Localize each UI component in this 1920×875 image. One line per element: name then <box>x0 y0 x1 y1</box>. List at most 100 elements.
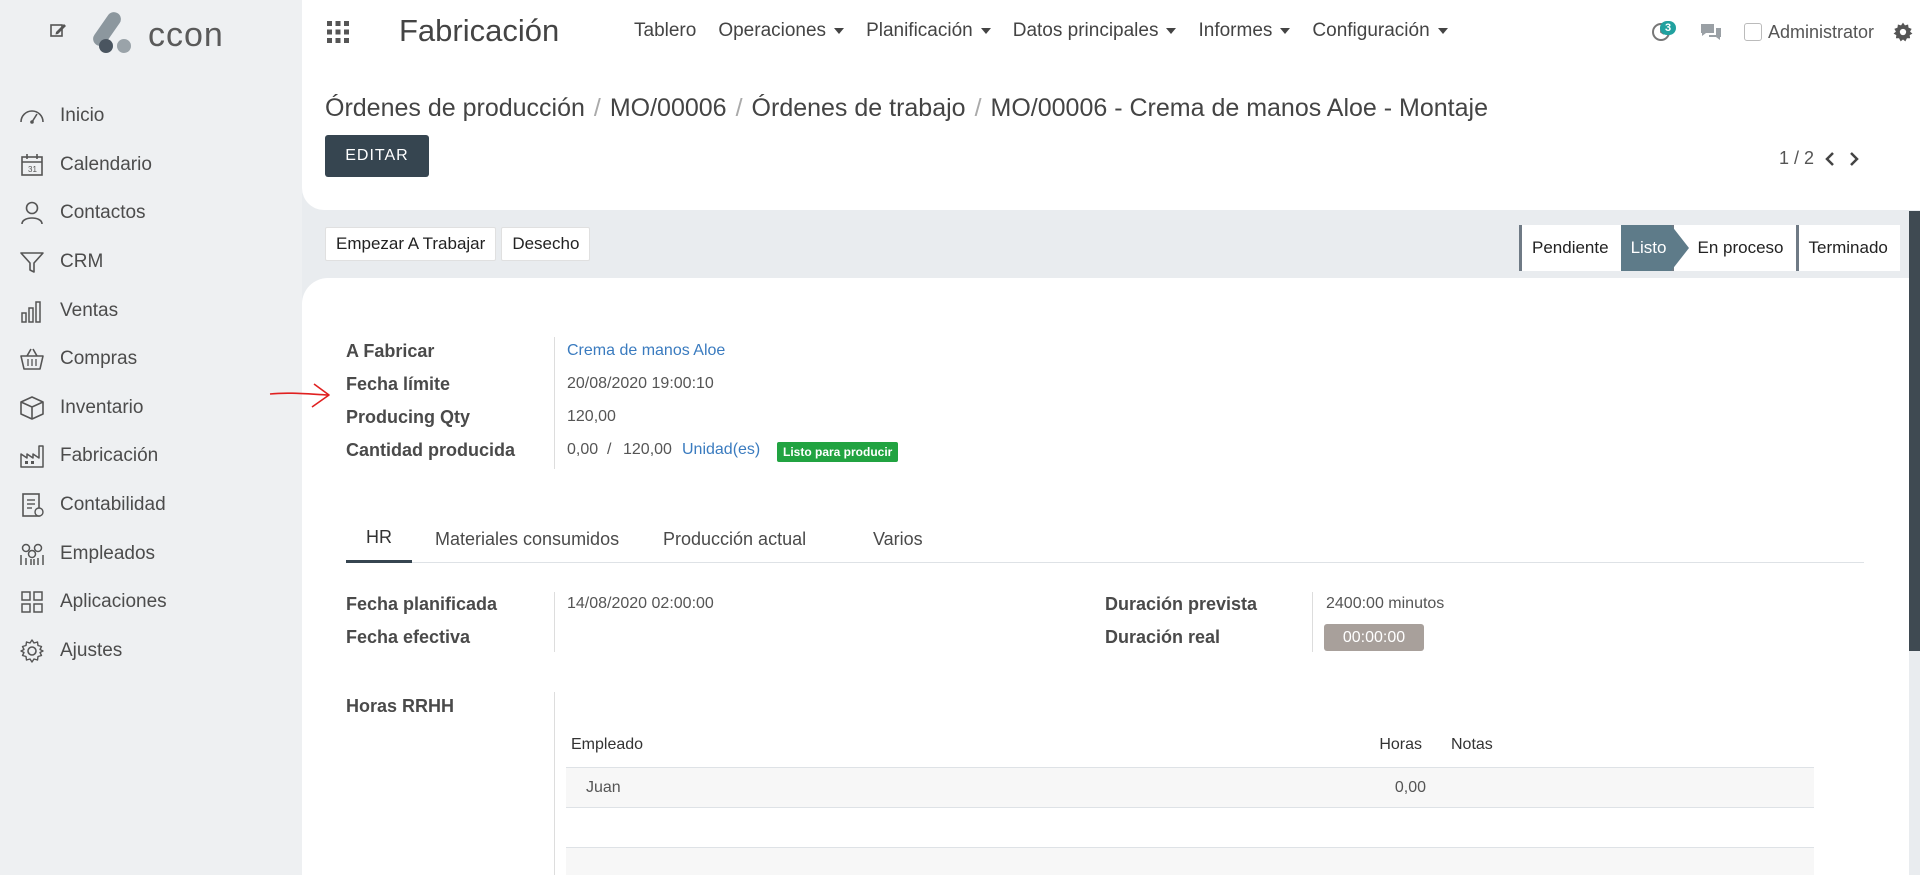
breadcrumb-production-orders[interactable]: Órdenes de producción <box>325 94 585 123</box>
breadcrumb-mo[interactable]: MO/00006 <box>610 94 727 123</box>
start-working-button[interactable]: Empezar A Trabajar <box>325 227 497 261</box>
user-menu[interactable]: Administrator <box>1743 22 1874 43</box>
chevron-left-icon[interactable] <box>1822 151 1838 167</box>
person-icon <box>21 202 43 225</box>
to-produce-label: A Fabricar <box>346 341 435 361</box>
menu-label: Tablero <box>634 20 697 41</box>
sidebar-item-label: Empleados <box>60 542 156 564</box>
menu-operaciones[interactable]: Operaciones <box>718 20 845 42</box>
sidebar-item-label: Fabricación <box>60 445 159 467</box>
deadline-label: Fecha límite <box>346 374 451 394</box>
menu-label: Planificación <box>866 20 973 41</box>
statusbar-buttons: Empezar A Trabajar Desecho <box>325 227 591 261</box>
sidebar-item-label: Aplicaciones <box>60 591 167 613</box>
stage-terminado[interactable]: Terminado <box>1795 225 1900 271</box>
sidebar-item-calendario[interactable]: 31 Calendario <box>0 141 302 190</box>
edit-pencil-icon[interactable] <box>48 20 68 40</box>
menu-label: Informes <box>1198 20 1273 41</box>
cell-hours: 0,00 <box>1394 778 1426 796</box>
breadcrumb-work-orders[interactable]: Órdenes de trabajo <box>752 94 966 123</box>
caret-down-icon <box>980 28 991 34</box>
pager-value[interactable]: 1 / 2 <box>1779 148 1814 169</box>
menu-informes[interactable]: Informes <box>1198 20 1291 42</box>
box-icon <box>20 396 44 420</box>
sidebar-item-label: CRM <box>60 251 104 273</box>
menu-label: Configuración <box>1312 20 1430 41</box>
produced-qty-total: 120,00 <box>623 441 672 458</box>
producing-qty-label: Producing Qty <box>346 407 471 427</box>
real-duration-label: Duración real <box>1105 627 1221 647</box>
produced-qty-value: 0,00 <box>567 441 599 458</box>
breadcrumb-separator: / <box>593 94 601 122</box>
sidebar-item-compras[interactable]: Compras <box>0 335 302 384</box>
sidebar-item-contactos[interactable]: Contactos <box>0 189 302 238</box>
table-row-empty <box>566 808 1814 848</box>
breadcrumb-current: MO/00006 - Crema de manos Aloe - Montaje <box>990 94 1488 122</box>
control-panel: Órdenes de producción / MO/00006 / Órden… <box>302 64 1920 210</box>
tab-hr[interactable]: HR <box>346 515 412 563</box>
pager: 1 / 2 <box>1779 148 1862 169</box>
edit-button[interactable]: EDITAR <box>325 135 429 177</box>
sidebar-item-crm[interactable]: CRM <box>0 238 302 287</box>
tab-varios[interactable]: Varios <box>853 515 943 563</box>
bar-chart-icon <box>21 300 41 323</box>
tab-produccion-actual[interactable]: Producción actual <box>643 515 826 563</box>
tab-materiales-consumidos[interactable]: Materiales consumidos <box>415 515 639 563</box>
column-header-hours[interactable]: Horas <box>1356 736 1422 754</box>
table-row-empty <box>566 848 1814 875</box>
sidebar-item-label: Ventas <box>60 299 119 321</box>
menu-label: Datos principales <box>1012 20 1159 41</box>
table-header: Empleado Horas Notas <box>566 722 1814 768</box>
menu-tablero[interactable]: Tablero <box>634 20 696 42</box>
menu-datos-principales[interactable]: Datos principales <box>1013 20 1177 42</box>
calendar-icon: 31 <box>21 153 43 176</box>
sidebar-item-inicio[interactable]: Inicio <box>0 92 302 141</box>
table-row[interactable]: Juan 0,00 <box>566 768 1814 808</box>
deadline-value: 20/08/2020 19:00:10 <box>567 375 714 392</box>
apps-grid-icon <box>21 591 43 613</box>
menu-planificacion[interactable]: Planificación <box>866 20 991 42</box>
sidebar-item-contabilidad[interactable]: Contabilidad <box>0 481 302 530</box>
top-navbar: Fabricación Tablero Operaciones Planific… <box>302 0 1920 64</box>
apps-menu-icon[interactable] <box>326 20 350 44</box>
field-divider <box>554 692 555 875</box>
breadcrumb-separator: / <box>974 94 982 122</box>
scrollbar[interactable] <box>1909 211 1920 651</box>
svg-text:31: 31 <box>28 165 37 174</box>
stage-pendiente[interactable]: Pendiente <box>1519 225 1621 271</box>
column-header-employee[interactable]: Empleado <box>566 736 1356 754</box>
to-produce-link[interactable]: Crema de manos Aloe <box>567 342 725 360</box>
sidebar-item-ventas[interactable]: Ventas <box>0 286 302 335</box>
menu-configuracion[interactable]: Configuración <box>1312 20 1448 42</box>
chevron-right-icon[interactable] <box>1846 151 1862 167</box>
top-menu: Tablero Operaciones Planificación Datos … <box>634 20 1470 42</box>
producing-qty-value: 120,00 <box>567 408 616 425</box>
sidebar-item-inventario[interactable]: Inventario <box>0 384 302 433</box>
gear-icon <box>20 639 44 663</box>
activity-menu[interactable]: 3 <box>1650 18 1678 46</box>
scrap-button[interactable]: Desecho <box>501 227 591 261</box>
stage-en-proceso[interactable]: En proceso <box>1670 225 1796 271</box>
real-duration-timer: 00:00:00 <box>1324 624 1424 651</box>
sidebar-item-label: Compras <box>60 348 138 370</box>
people-icon <box>20 543 44 565</box>
caret-down-icon <box>1280 28 1291 34</box>
sidebar-item-ajustes[interactable]: Ajustes <box>0 627 302 676</box>
sidebar-item-label: Ajustes <box>60 639 123 661</box>
settings-gear-icon[interactable] <box>1892 21 1914 43</box>
sidebar-item-empleados[interactable]: Empleados <box>0 529 302 578</box>
cell-employee: Juan <box>586 778 621 796</box>
stage-listo[interactable]: Listo <box>1620 225 1689 271</box>
dashboard-gauge-icon <box>20 110 44 125</box>
chat-icon[interactable] <box>1698 19 1724 45</box>
sidebar: ccon Inicio 31 Calendario Contactos CRM … <box>0 0 302 875</box>
uom-link[interactable]: Unidad(es) <box>682 441 760 459</box>
sidebar-item-aplicaciones[interactable]: Aplicaciones <box>0 578 302 627</box>
column-header-notes[interactable]: Notas <box>1422 736 1493 754</box>
brand-logo-text: ccon <box>148 16 224 54</box>
sidebar-item-fabricacion[interactable]: Fabricación <box>0 432 302 481</box>
sidebar-menu: Inicio 31 Calendario Contactos CRM Venta… <box>0 92 302 675</box>
expected-duration-value: 2400:00 minutos <box>1326 595 1445 612</box>
breadcrumb-separator: / <box>735 94 743 122</box>
hr-hours-label: Horas RRHH <box>346 696 455 716</box>
